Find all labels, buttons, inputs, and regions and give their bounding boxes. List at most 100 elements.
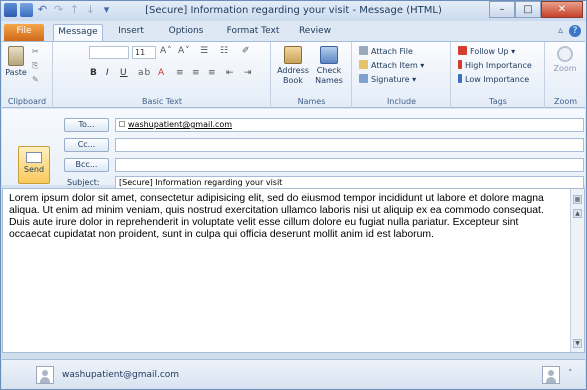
align-left-icon[interactable]: ≡ [176,68,185,78]
basic-text-label: Basic Text [142,97,182,106]
exclamation-icon [458,60,462,69]
send-button[interactable]: Send [18,146,50,184]
signature-label: Signature [371,75,410,84]
clipboard-label: Clipboard [7,97,47,106]
bold-icon[interactable]: B [90,68,98,78]
underline-icon[interactable]: U [120,68,128,78]
minimize-ribbon-icon[interactable]: ▵ [558,25,563,37]
ruler-icon[interactable]: ▦ [573,195,582,204]
to-recipient[interactable]: washupatient@gmail.com [128,120,232,129]
expand-people-pane-icon[interactable]: ˄ [568,369,573,379]
address-book-icon [284,46,302,64]
ribbon-tabs: File Message Insert Options Format Text … [1,22,586,41]
bcc-button[interactable]: Bcc... [64,158,109,172]
cc-button[interactable]: Cc... [64,138,109,152]
font-name-box[interactable] [89,46,129,59]
subject-label: Subject: [67,178,100,187]
attach-file-button[interactable]: Attach File [359,46,413,57]
font-color-icon[interactable]: A [158,68,165,78]
tab-options[interactable]: Options [161,24,211,41]
signature-icon [359,74,368,83]
paperclip-icon [359,46,368,55]
contact-avatar[interactable] [36,366,54,384]
tags-group: Follow Up ▾ High Importance Low Importan… [452,42,545,108]
title-bar: ↶ ↷ ↑ ↓ ▾ [Secure] Information regarding… [1,1,586,21]
tab-review[interactable]: Review [293,24,337,41]
zoom-label: Zoom [553,64,577,73]
vertical-scrollbar[interactable]: ▦ ▲ ▼ [570,189,584,352]
people-pane-avatar[interactable] [542,366,560,384]
people-pane: washupatient@gmail.com ˄ [2,359,585,389]
magnifier-icon [557,46,573,62]
paste-icon [8,46,24,66]
include-label: Include [386,97,417,106]
to-field[interactable]: washupatient@gmail.com [115,118,584,132]
flag-icon [458,46,467,55]
send-label: Send [23,165,45,174]
grow-font-icon[interactable]: A˄ [160,46,173,56]
high-importance-button[interactable]: High Importance [458,60,532,71]
attach-item-button[interactable]: Attach Item ▾ [359,60,424,71]
format-painter-icon[interactable]: ✎ [32,74,39,85]
window-controls: – □ ✕ [489,1,583,18]
decrease-indent-icon[interactable]: ⇤ [226,68,235,78]
shrink-font-icon[interactable]: A˅ [178,46,191,56]
font-size-box[interactable]: 11 [132,46,156,59]
people-pane-name: washupatient@gmail.com [62,370,180,380]
message-body[interactable]: Lorem ipsum dolor sit amet, consectetur … [2,188,585,353]
clear-format-icon[interactable]: ✐ [242,46,251,56]
cc-field[interactable] [115,138,584,152]
low-importance-button[interactable]: Low Importance [458,74,529,85]
names-group: Address Book Check Names Names [272,42,352,108]
body-text[interactable]: Lorem ipsum dolor sit amet, consectetur … [9,193,561,241]
recipient-icon [119,121,125,127]
close-button[interactable]: ✕ [541,1,583,18]
maximize-button[interactable]: □ [515,1,541,18]
bullets-icon[interactable]: ☰ [200,46,209,56]
send-envelope-icon [26,152,42,163]
check-names-button[interactable]: Check Names [312,46,346,86]
cut-icon[interactable]: ✂ [32,46,39,57]
tab-message[interactable]: Message [53,24,103,41]
check-names-icon [320,46,338,64]
minimize-button[interactable]: – [489,1,515,18]
down-arrow-icon [458,74,462,83]
address-book-button[interactable]: Address Book [276,46,310,86]
tab-format-text[interactable]: Format Text [219,24,287,41]
italic-icon[interactable]: I [106,68,110,78]
align-center-icon[interactable]: ≡ [192,68,201,78]
help-area: ▵ ? [558,25,581,37]
numbering-icon[interactable]: ☷ [220,46,229,56]
tab-insert[interactable]: Insert [111,24,151,41]
envelope-icon [359,60,368,69]
follow-up-label: Follow Up [470,47,509,56]
zoom-group-label: Zoom [553,97,578,106]
highlight-icon[interactable]: ab [138,68,151,78]
attach-item-label: Attach Item [371,61,418,70]
zoom-button[interactable]: Zoom [550,46,580,74]
attach-file-label: Attach File [371,47,413,56]
tags-label: Tags [489,97,507,106]
bcc-field[interactable] [115,158,584,172]
scroll-up-icon[interactable]: ▲ [573,209,582,218]
tab-file[interactable]: File [4,24,44,41]
high-importance-label: High Importance [465,61,532,70]
align-right-icon[interactable]: ≡ [208,68,217,78]
low-importance-label: Low Importance [465,75,530,84]
copy-icon[interactable]: ⎘ [32,60,38,71]
message-window: ↶ ↷ ↑ ↓ ▾ [Secure] Information regarding… [0,0,587,390]
follow-up-button[interactable]: Follow Up ▾ [458,46,515,57]
increase-indent-icon[interactable]: ⇥ [244,68,253,78]
basic-text-group: 11 A˄ A˅ ☰ ☷ ✐ B I U ab A ≡ ≡ ≡ ⇤ ⇥ Basi… [54,42,271,108]
to-button[interactable]: To... [64,118,109,132]
check-names-label: Check Names [315,66,343,85]
signature-button[interactable]: Signature ▾ [359,74,416,85]
help-icon[interactable]: ? [569,25,581,37]
scroll-down-icon[interactable]: ▼ [573,339,582,348]
include-group: Attach File Attach Item ▾ Signature ▾ In… [353,42,451,108]
paste-button[interactable]: Paste [4,46,28,78]
clipboard-group: Paste ✂ ⎘ ✎ Clipboard [2,42,53,108]
zoom-group: Zoom Zoom [546,42,585,108]
ribbon: Paste ✂ ⎘ ✎ Clipboard 11 A˄ A˅ ☰ ☷ ✐ B I… [2,41,585,108]
names-label: Names [297,97,326,106]
